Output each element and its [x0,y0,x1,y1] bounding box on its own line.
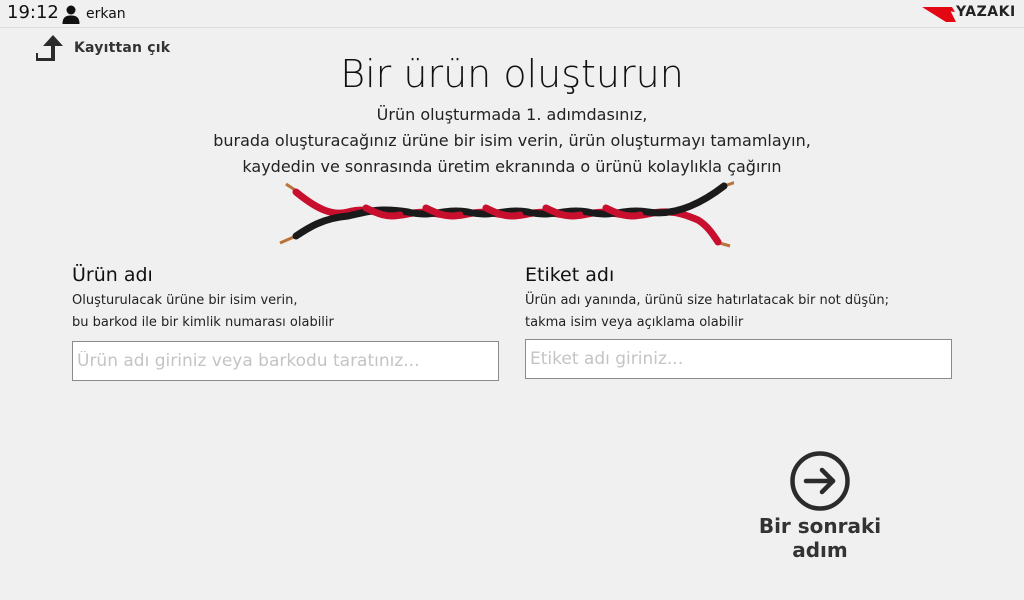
label-name-label: Etiket adı [525,264,615,286]
label-name-section: Etiket adı Ürün adı yanında, ürünü size … [525,264,955,379]
arrow-right-circle-icon [790,451,850,511]
next-step-button[interactable]: Bir sonraki adım [728,450,912,562]
description-line: burada oluşturacağınız ürüne bir isim ve… [213,131,811,150]
twisted-cable-illustration [279,181,734,248]
product-name-input[interactable] [72,341,499,381]
description-line: kaydedin ve sonrasında üretim ekranında … [242,157,782,176]
user-icon [62,5,80,24]
brand-name: YAZAKI [956,4,1016,20]
product-name-label: Ürün adı [72,264,153,286]
label-name-description: Ürün adı yanında, ürünü size hatırlataca… [525,290,955,334]
product-name-section: Ürün adı Oluşturulacak ürüne bir isim ve… [72,264,502,381]
status-bar: 19:12 erkan YAZAKI [0,0,1024,28]
next-step-label: Bir sonraki adım [758,514,882,562]
page-title: Bir ürün oluşturun [340,52,684,96]
clock: 19:12 [7,2,59,23]
description-line: takma isim veya açıklama olabilir [525,315,744,330]
description-line: bu barkod ile bir kimlik numarası olabil… [72,315,334,330]
label-name-input[interactable] [525,339,952,379]
brand-mark-icon [922,7,956,22]
product-name-description: Oluşturulacak ürüne bir isim verin, bu b… [72,290,502,334]
description-line: Ürün adı yanında, ürünü size hatırlataca… [525,293,889,308]
page-description: Ürün oluşturmada 1. adımdasınız, burada … [0,102,1024,180]
create-product-screen: 19:12 erkan YAZAKI Kayıttan çık Bir ürün… [0,0,1024,600]
brand-logo: YAZAKI [922,4,1020,22]
username: erkan [86,6,126,22]
description-line: Oluşturulacak ürüne bir isim verin, [72,293,298,308]
description-line: Ürün oluşturmada 1. adımdasınız, [376,105,648,124]
